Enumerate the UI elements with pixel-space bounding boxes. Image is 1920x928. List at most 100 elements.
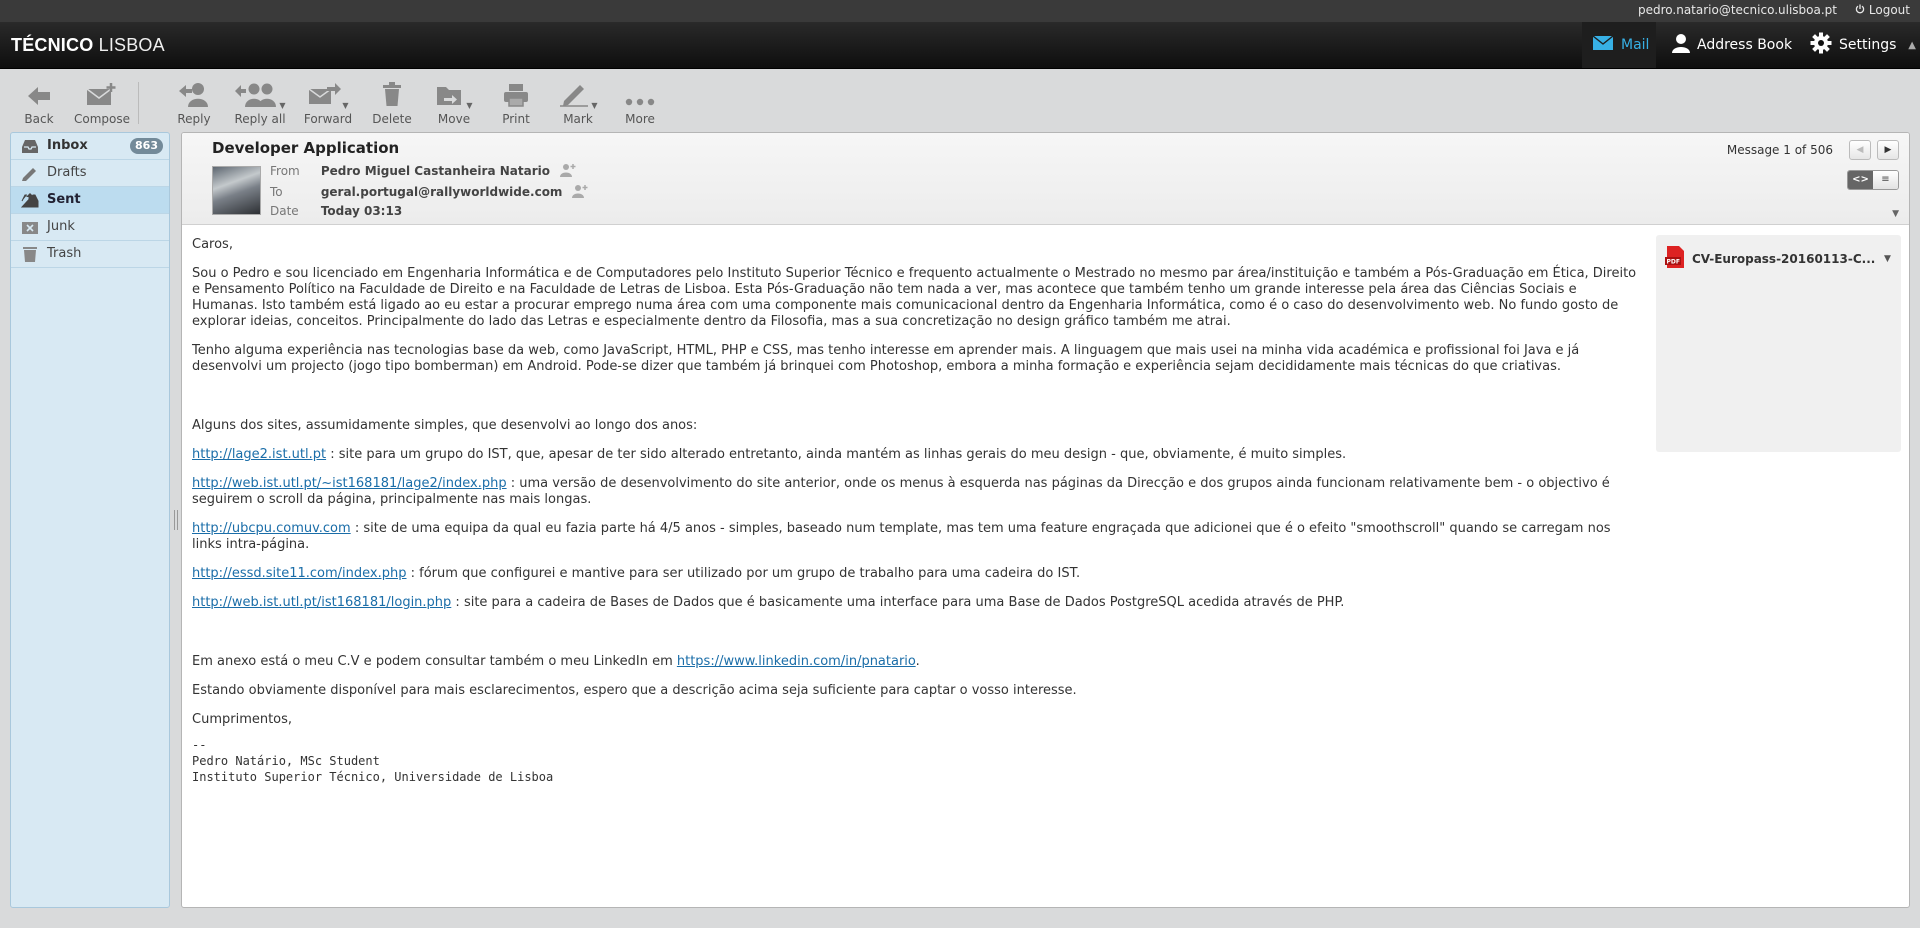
move-label: Move: [437, 112, 471, 126]
power-icon: [1855, 3, 1865, 17]
collapse-header-icon[interactable]: ▲: [1908, 40, 1916, 51]
pdf-file-icon: PDF: [1664, 245, 1686, 273]
header-date-row: Date Today 03:13: [270, 204, 402, 218]
next-message-button[interactable]: ▶: [1877, 140, 1899, 160]
body-paragraph: Tenho alguma experiência nas tecnologias…: [192, 343, 1580, 374]
logo-bold-text: TÉCNICO: [11, 35, 94, 55]
more-button[interactable]: More: [610, 80, 670, 126]
person-icon: [1672, 33, 1697, 57]
date-label: Date: [270, 204, 299, 218]
reply-all-dropdown-icon[interactable]: ▼: [279, 101, 285, 110]
folder-junk[interactable]: Junk: [11, 214, 169, 241]
logout-link[interactable]: Logout: [1855, 3, 1910, 17]
add-contact-icon[interactable]: [559, 164, 576, 180]
view-mode-toggle: <> ≡: [1847, 170, 1899, 190]
delete-button[interactable]: Delete: [362, 80, 422, 126]
folder-trash[interactable]: Trash: [11, 241, 169, 268]
to-value[interactable]: geral.portugal@rallyworldwide.com: [321, 185, 563, 199]
forward-icon: [307, 81, 342, 110]
attachment-menu-icon[interactable]: ▼: [1884, 254, 1891, 264]
site-description: : site para a cadeira de Bases de Dados …: [451, 595, 1345, 610]
body-greeting: Caros,: [192, 237, 233, 252]
folder-drafts-label: Drafts: [47, 165, 87, 180]
linkedin-link[interactable]: https://www.linkedin.com/in/pnatario: [677, 654, 916, 669]
site-link[interactable]: http://web.ist.utl.pt/ist168181/login.ph…: [192, 595, 451, 610]
svg-text:PDF: PDF: [1667, 259, 1680, 266]
mark-label: Mark: [563, 112, 593, 126]
plain-text-view-icon[interactable]: ≡: [1873, 171, 1898, 189]
site-item: http://web.ist.utl.pt/ist168181/login.ph…: [192, 595, 1637, 611]
user-email: pedro.natario@tecnico.ulisboa.pt: [1637, 3, 1837, 17]
forward-dropdown-icon[interactable]: ▼: [342, 101, 348, 110]
folder-junk-label: Junk: [47, 219, 75, 234]
gear-icon: [1810, 32, 1839, 58]
header-to-row: To geral.portugal@rallyworldwide.com: [270, 184, 588, 201]
toolbar: Back Compose Reply ▼ Reply all ▼ Forward…: [0, 70, 1920, 128]
nav-address-book[interactable]: Address Book: [1662, 22, 1802, 68]
reply-label: Reply: [177, 112, 211, 126]
site-link[interactable]: http://web.ist.utl.pt/~ist168181/lage2/i…: [192, 476, 507, 491]
move-button[interactable]: ▼ Move: [424, 80, 484, 126]
site-description: : fórum que configurei e mantive para se…: [406, 566, 1081, 581]
back-button[interactable]: Back: [9, 80, 69, 126]
logout-label: Logout: [1868, 3, 1910, 17]
back-label: Back: [24, 112, 54, 126]
compose-button[interactable]: Compose: [72, 80, 132, 126]
site-link[interactable]: http://essd.site11.com/index.php: [192, 566, 407, 581]
nav-mail[interactable]: Mail: [1582, 22, 1656, 68]
attachment-item[interactable]: PDF CV-Europass-20160113-C... ▼: [1664, 245, 1894, 273]
message-subject: Developer Application: [212, 139, 400, 157]
message-view: Developer Application From Pedro Miguel …: [181, 132, 1910, 908]
date-value: Today 03:13: [320, 204, 403, 218]
folder-drafts[interactable]: Drafts: [11, 160, 169, 187]
folder-sent[interactable]: Sent: [11, 187, 169, 214]
site-description: : site para um grupo do IST, que, apesar…: [326, 447, 1347, 462]
print-label: Print: [502, 112, 530, 126]
top-user-bar: pedro.natario@tecnico.ulisboa.pt Logout: [0, 0, 1920, 22]
site-item: http://essd.site11.com/index.php : fórum…: [192, 566, 1637, 582]
from-label: From: [270, 164, 300, 178]
print-button[interactable]: Print: [486, 80, 546, 126]
add-contact-icon[interactable]: [572, 185, 588, 201]
toolbar-divider: [138, 82, 139, 124]
annex-end: .: [915, 654, 920, 669]
attachment-filename[interactable]: CV-Europass-20160113-C...: [1692, 252, 1880, 266]
previous-message-button[interactable]: ◀: [1849, 140, 1871, 160]
mark-dropdown-icon[interactable]: ▼: [591, 101, 597, 110]
folder-inbox[interactable]: Inbox 863: [11, 133, 169, 160]
compose-label: Compose: [73, 112, 130, 126]
nav-settings[interactable]: Settings: [1800, 22, 1906, 68]
folder-move-icon: [435, 83, 465, 110]
site-link[interactable]: http://lage2.ist.utl.pt: [192, 447, 326, 462]
message-counter: Message 1 of 506: [1726, 143, 1833, 157]
site-description: : site de uma equipa da qual eu fazia pa…: [192, 521, 1611, 552]
back-arrow-icon: [26, 85, 52, 110]
nav-address-book-label: Address Book: [1697, 37, 1793, 53]
expand-headers-icon[interactable]: ▼: [1892, 209, 1899, 219]
html-view-icon[interactable]: <>: [1848, 171, 1873, 189]
body-paragraph: Alguns dos sites, assumidamente simples,…: [192, 418, 698, 433]
header-from-row: From Pedro Miguel Castanheira Natario: [270, 163, 576, 180]
site-link[interactable]: http://ubcpu.comuv.com: [192, 521, 351, 536]
pane-splitter[interactable]: [174, 510, 178, 530]
move-dropdown-icon[interactable]: ▼: [466, 101, 472, 110]
envelope-icon: [1592, 35, 1621, 55]
from-value[interactable]: Pedro Miguel Castanheira Natario: [321, 164, 550, 178]
signature: -- Pedro Natário, MSc Student Instituto …: [192, 738, 554, 784]
folder-inbox-label: Inbox: [47, 138, 88, 153]
message-body: Caros, Sou o Pedro e sou licenciado em E…: [192, 237, 1637, 785]
pencil-icon: [558, 81, 590, 110]
site-item: http://ubcpu.comuv.com : site de uma equ…: [192, 521, 1637, 553]
forward-button[interactable]: ▼ Forward: [296, 80, 360, 126]
site-item: http://lage2.ist.utl.pt : site para um g…: [192, 447, 1637, 463]
sender-avatar: [212, 166, 261, 215]
mark-button[interactable]: ▼ Mark: [548, 80, 608, 126]
reply-all-icon: [234, 81, 278, 110]
reply-button[interactable]: Reply: [164, 80, 224, 126]
reply-all-button[interactable]: ▼ Reply all: [228, 80, 292, 126]
attachment-panel: PDF CV-Europass-20160113-C... ▼: [1656, 235, 1901, 452]
site-item: http://web.ist.utl.pt/~ist168181/lage2/i…: [192, 476, 1637, 508]
forward-label: Forward: [303, 112, 353, 126]
body-signoff: Cumprimentos,: [192, 712, 293, 727]
reply-all-label: Reply all: [234, 112, 286, 126]
